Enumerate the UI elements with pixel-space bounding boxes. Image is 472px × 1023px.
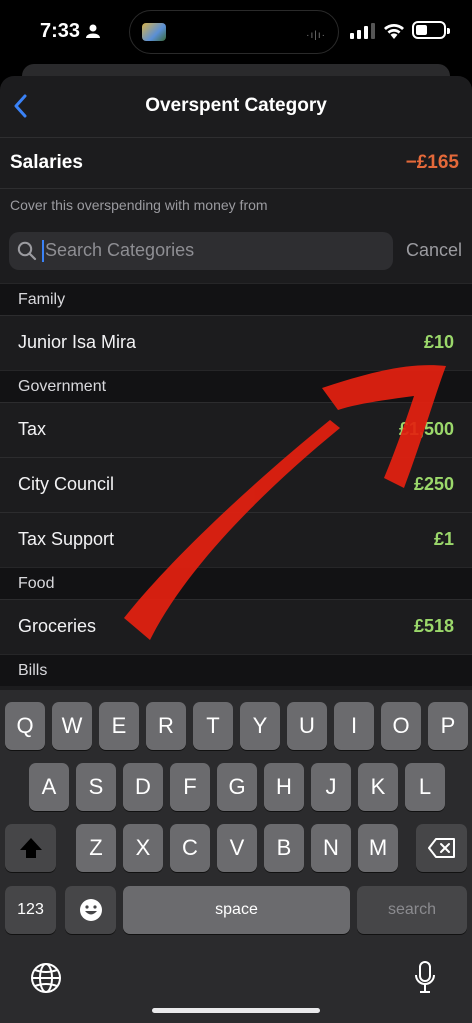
status-time: 7:33 xyxy=(40,20,81,42)
letter-key[interactable]: V xyxy=(217,824,257,872)
search-input[interactable]: Search Categories xyxy=(9,232,393,270)
letter-key[interactable]: L xyxy=(405,763,445,811)
divider xyxy=(0,137,472,138)
letter-key[interactable]: Z xyxy=(76,824,116,872)
category-label: Tax xyxy=(18,419,47,439)
letter-key[interactable]: Y xyxy=(240,702,280,750)
letter-key[interactable]: H xyxy=(264,763,304,811)
letter-key[interactable]: X xyxy=(123,824,163,872)
letter-key[interactable]: E xyxy=(99,702,139,750)
cancel-button[interactable]: Cancel xyxy=(406,240,462,261)
list-item[interactable]: Junior Isa Mira £10 xyxy=(0,315,472,370)
category-amount: £1 xyxy=(433,529,454,549)
cellular-signal-icon xyxy=(350,23,375,39)
category-amount: £518 xyxy=(413,616,454,636)
letter-key[interactable]: Q xyxy=(5,702,45,750)
section-header-family: Family xyxy=(0,283,472,315)
letter-key[interactable]: R xyxy=(146,702,186,750)
dynamic-island[interactable]: ·ı|ı· xyxy=(129,10,339,54)
section-header-bills: Bills xyxy=(0,654,472,686)
letter-key[interactable]: W xyxy=(52,702,92,750)
wifi-icon xyxy=(384,24,404,39)
keyboard: 123 space search QWERTYUIOP ASDFGHJKL ZXCV… xyxy=(0,690,472,1023)
live-activity-thumbnail xyxy=(142,23,166,41)
category-label: Tax Support xyxy=(18,529,115,549)
letter-key[interactable]: I xyxy=(334,702,374,750)
letter-key[interactable]: S xyxy=(76,763,116,811)
list-item[interactable]: Tax £1,500 xyxy=(0,402,472,457)
letter-key[interactable]: O xyxy=(381,702,421,750)
list-item[interactable]: Tax Support £1 xyxy=(0,512,472,567)
category-label: Groceries xyxy=(18,616,97,636)
overspent-sheet: Overspent Category Salaries −£165 Cover … xyxy=(0,76,472,696)
emoji-key[interactable] xyxy=(65,886,116,934)
letter-key[interactable]: G xyxy=(217,763,257,811)
search-icon xyxy=(17,241,37,261)
search-placeholder: Search Categories xyxy=(45,240,195,260)
letter-key[interactable]: C xyxy=(170,824,210,872)
home-indicator[interactable] xyxy=(152,1008,320,1013)
overspent-category-name: Salaries xyxy=(10,152,83,173)
backspace-key[interactable] xyxy=(416,824,467,872)
category-list: Family Junior Isa Mira £10 Government Ta… xyxy=(0,283,472,686)
letter-key[interactable]: D xyxy=(123,763,163,811)
list-item[interactable]: City Council £250 xyxy=(0,457,472,512)
section-header-food: Food xyxy=(0,567,472,599)
divider xyxy=(0,188,472,189)
page-title: Overspent Category xyxy=(145,95,327,116)
globe-icon[interactable] xyxy=(30,962,62,994)
letter-key[interactable]: J xyxy=(311,763,351,811)
category-amount: £1,500 xyxy=(398,419,454,439)
emoji-icon xyxy=(79,899,102,921)
letter-key[interactable]: T xyxy=(193,702,233,750)
person-icon xyxy=(86,24,100,38)
cover-hint: Cover this overspending with money from xyxy=(10,197,268,213)
letter-key[interactable]: F xyxy=(170,763,210,811)
battery-icon xyxy=(412,21,450,39)
category-label: City Council xyxy=(18,474,115,494)
letter-key[interactable]: N xyxy=(311,824,351,872)
text-cursor xyxy=(42,240,44,262)
numbers-key[interactable]: 123 xyxy=(5,886,56,934)
backspace-icon xyxy=(427,838,455,858)
letter-key[interactable]: B xyxy=(264,824,304,872)
category-amount: £250 xyxy=(413,474,454,494)
letter-key[interactable]: M xyxy=(358,824,398,872)
category-amount: £10 xyxy=(423,332,454,352)
shift-key[interactable] xyxy=(5,824,56,872)
search-key[interactable]: search xyxy=(357,886,467,934)
space-key[interactable]: space xyxy=(123,886,350,934)
nav-bar: Overspent Category xyxy=(0,76,472,136)
section-header-government: Government xyxy=(0,370,472,402)
letter-key[interactable]: K xyxy=(358,763,398,811)
letter-key[interactable]: U xyxy=(287,702,327,750)
category-label: Junior Isa Mira xyxy=(18,332,137,352)
letter-key[interactable]: A xyxy=(29,763,69,811)
list-item[interactable]: Groceries £518 xyxy=(0,599,472,654)
microphone-icon[interactable] xyxy=(414,961,436,995)
letter-key[interactable]: P xyxy=(428,702,468,750)
audio-wave-icon: ·ı|ı· xyxy=(306,30,326,41)
overspent-amount: −£165 xyxy=(405,152,459,173)
shift-icon xyxy=(19,838,42,858)
status-bar: 7:33 ·ı|ı· xyxy=(0,0,472,66)
